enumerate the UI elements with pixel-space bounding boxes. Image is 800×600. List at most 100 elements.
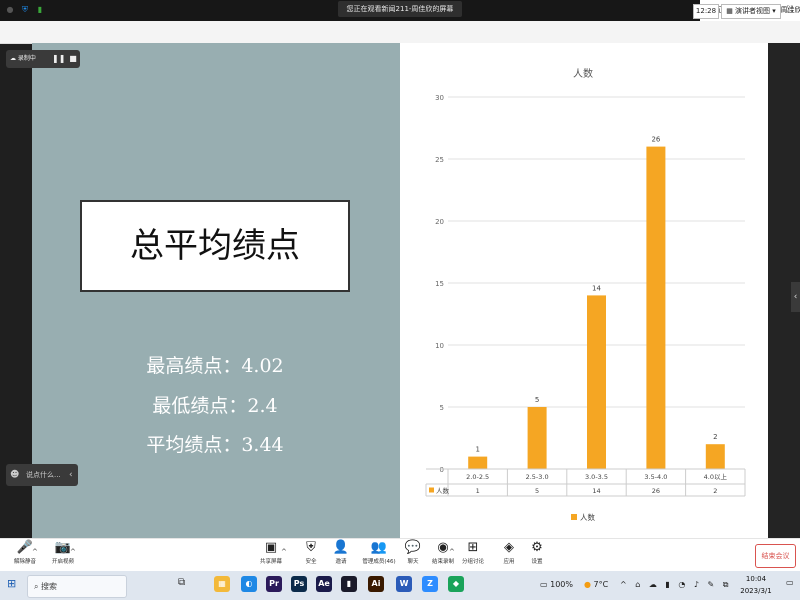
bar-chart: 人数 051015202530 1514262 2.0-2.512.5-3.05… [425, 67, 746, 522]
stat-max: 最高绩点：4.02 [146, 355, 284, 377]
weather-widget[interactable]: ● 7°C [584, 576, 608, 594]
end-meeting-button[interactable]: 结束会议 [755, 544, 796, 568]
sun-icon: ● [584, 580, 594, 589]
emoji-icon[interactable]: ☻ [10, 464, 19, 486]
chart-title: 人数 [573, 67, 593, 80]
options-caret-icon[interactable]: ^ [281, 548, 287, 556]
bar [705, 444, 725, 469]
data-label: 1 [475, 446, 479, 454]
settings-button[interactable]: ⚙ 设置 [516, 540, 558, 570]
collapse-chevron-icon[interactable]: ‹ [69, 464, 73, 486]
chart-bars: 1 5 14 26 2 [468, 136, 725, 469]
taskbar-date: 2023/3/1 [740, 587, 772, 595]
legend-swatch [571, 514, 577, 520]
taskbar-app-icon[interactable]: ◐ [241, 576, 257, 592]
start-video-icon: 📷 [54, 540, 72, 555]
table-value: 26 [652, 487, 660, 495]
options-caret-icon[interactable]: ^ [70, 548, 76, 556]
tray-icons[interactable]: ^ ⌂ ☁ ▮ ◔ ♪ ✎ ⧉ [620, 576, 732, 594]
settings-label: 设置 [531, 559, 543, 565]
taskbar-app-icon[interactable]: ◆ [448, 576, 464, 592]
taskbar-app-icon[interactable]: Ai [368, 576, 384, 592]
options-caret-icon[interactable]: ^ [32, 548, 38, 556]
category-label: 4.0以上 [704, 472, 728, 481]
signal-icon[interactable]: ▮ [35, 5, 45, 15]
stat-avg: 平均绩点：3.44 [146, 434, 284, 456]
taskbar-time: 10:04 [745, 575, 767, 583]
table-value: 5 [535, 487, 539, 495]
meeting-timer: 12:28 [693, 4, 719, 19]
battery-icon: ▭ [540, 580, 551, 589]
data-label: 5 [535, 396, 539, 404]
taskbar-app-icon[interactable]: Ae [316, 576, 332, 592]
chevron-left-icon[interactable]: ‹ [791, 282, 800, 312]
bar [646, 146, 666, 469]
task-view-icon[interactable]: ⧉ [178, 577, 185, 588]
chart-legend: 人数 [571, 512, 595, 522]
taskbar-app-icon[interactable]: ▮ [341, 576, 357, 592]
start-video-label: 开启视频 [51, 559, 74, 565]
y-tick-label: 20 [435, 218, 444, 226]
table-series-swatch [429, 487, 434, 493]
options-caret-icon[interactable]: ^ [449, 548, 455, 556]
pause-recording-button[interactable]: ❚❚ [52, 50, 65, 68]
table-series-name: 人数 [436, 486, 450, 495]
y-tick-label: 10 [435, 342, 444, 350]
table-value: 1 [476, 487, 480, 495]
settings-icon: ⚙ [531, 540, 543, 555]
battery-indicator[interactable]: ▭ 100% [540, 576, 573, 594]
fullscreen-icon[interactable]: ⛶ [784, 4, 796, 17]
chat-input[interactable]: ☻ 说点什么... ‹ [6, 464, 78, 486]
bar [527, 407, 547, 469]
meeting-info-bar [0, 21, 800, 44]
data-label: 2 [713, 433, 717, 441]
taskbar-clock[interactable]: 10:04 2023/3/1 [733, 573, 779, 599]
data-label: 26 [651, 136, 660, 144]
data-label: 14 [592, 284, 601, 292]
unmute-icon: 🎤 [16, 540, 34, 555]
search-label: 搜索 [41, 582, 58, 591]
chart-data-table: 2.0-2.5 1 2.5-3.0 5 3.0-3.5 14 3.5-4.0 26 4.0以上 2… [425, 468, 746, 497]
invite-label: 邀请 [335, 559, 347, 565]
legend-label: 人数 [580, 512, 595, 522]
taskbar-app-icon[interactable]: W [396, 576, 412, 592]
view-mode-label: 演讲者视图 [735, 7, 771, 15]
stop-recording-button[interactable]: ■ [67, 50, 79, 68]
bar [587, 295, 606, 469]
category-label: 3.0-3.5 [585, 473, 608, 481]
table-value: 14 [592, 487, 600, 495]
slide-title: 总平均绩点 [130, 226, 300, 266]
chat-placeholder: 说点什么... [26, 471, 61, 479]
category-label: 2.5-3.0 [526, 473, 549, 481]
taskbar-search[interactable]: ⌕ 搜索 [27, 575, 127, 598]
search-icon: ⌕ [34, 582, 42, 591]
start-video-button[interactable]: 📷 开启视频 [42, 540, 84, 570]
info-icon[interactable]: ● [5, 5, 15, 15]
invite-button[interactable]: 👤 邀请 [320, 540, 362, 570]
y-tick-label: 5 [440, 404, 444, 412]
unmute-button[interactable]: 🎤 解除静音 [4, 540, 46, 570]
windows-start-icon[interactable]: ⊞ [7, 578, 19, 590]
shield-icon[interactable]: ⛨ [20, 5, 30, 15]
taskbar-app-icon[interactable]: Z [422, 576, 438, 592]
recording-label: ☁ 录制中 [10, 55, 36, 62]
grid-icon: ▦ [726, 7, 736, 15]
y-tick-label: 0 [440, 466, 444, 474]
stat-min: 最低绩点：2.4 [152, 395, 278, 417]
viewing-screen-label[interactable]: 您正在观看新闻211-周佳欣的屏幕 [338, 1, 462, 17]
invite-icon: 👤 [332, 540, 350, 555]
recording-badge: ☁ 录制中 ❚❚ ■ [6, 50, 80, 68]
unmute-label: 解除静音 [13, 559, 36, 565]
view-mode-button[interactable]: ▦ 演讲者视图 ▾ [721, 4, 781, 19]
y-tick-label: 25 [435, 156, 444, 164]
taskbar-app-icon[interactable]: Ps [291, 576, 307, 592]
share-screen-label: 共享屏幕 [259, 559, 282, 565]
category-label: 2.0-2.5 [466, 473, 489, 481]
taskbar-app-icon[interactable]: Pr [266, 576, 282, 592]
y-tick-label: 30 [435, 94, 444, 102]
table-value: 2 [713, 487, 717, 495]
notification-icon[interactable]: ▭ [786, 578, 794, 587]
taskbar-app-icon[interactable]: ▦ [214, 576, 230, 592]
bar [468, 456, 488, 469]
cloud-icon: ☁ [10, 55, 18, 62]
